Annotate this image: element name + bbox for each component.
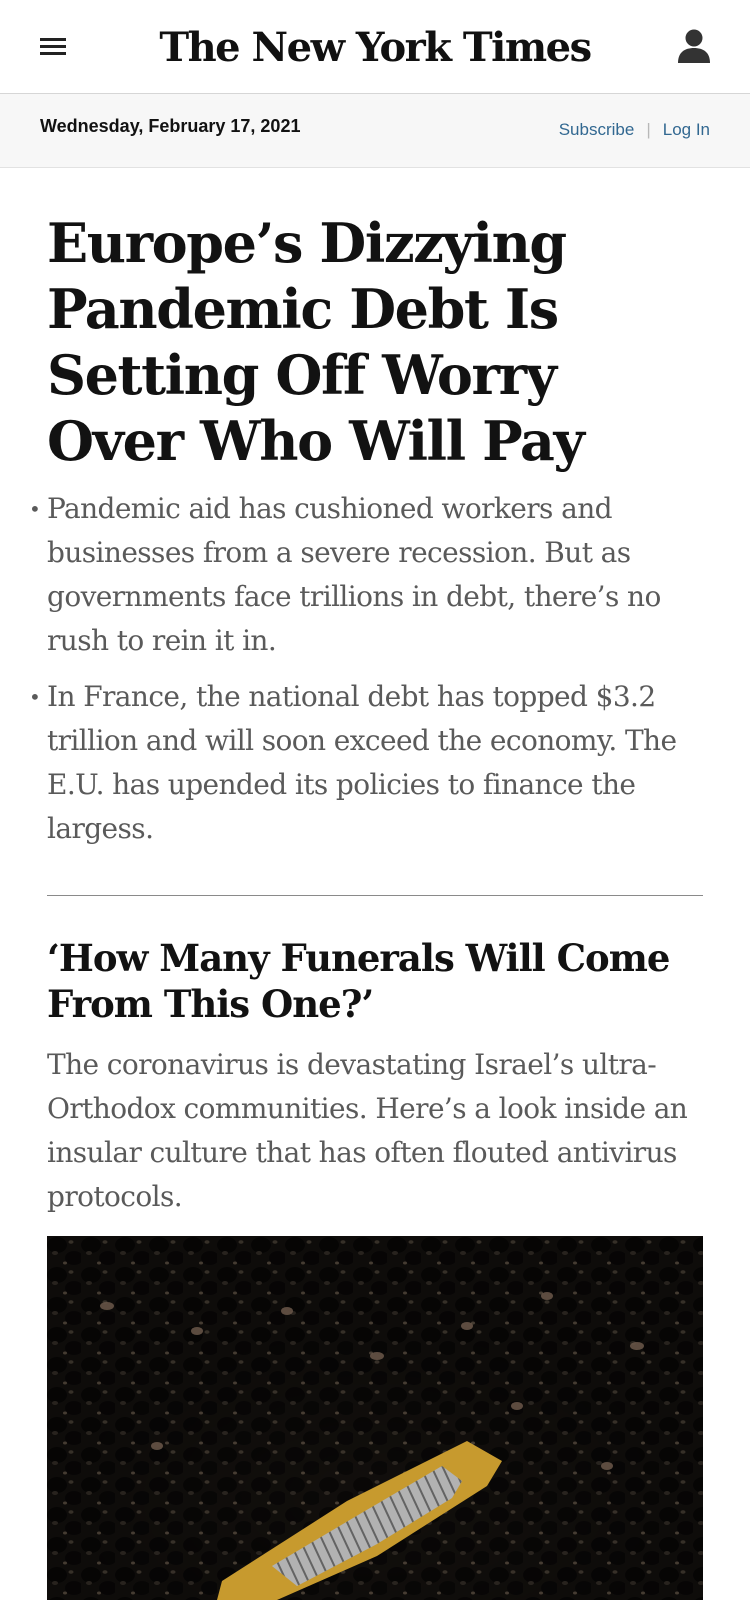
summary-item-text: In France, the national debt has topped … <box>47 680 677 845</box>
date-bar: Wednesday, February 17, 2021 Subscribe | L… <box>0 94 750 168</box>
funeral-crowd-photo <box>47 1236 703 1600</box>
lead-story-summary-list: • Pandemic aid has cushioned workers and… <box>29 487 707 863</box>
subscribe-link[interactable]: Subscribe <box>559 120 635 139</box>
user-account-icon[interactable] <box>674 26 714 66</box>
bullet-icon: • <box>29 497 41 521</box>
second-story-photo[interactable] <box>47 1236 703 1600</box>
summary-item: • In France, the national debt has toppe… <box>29 675 707 851</box>
summary-item-text: Pandemic aid has cushioned workers and b… <box>47 492 661 657</box>
second-story-summary: The coronavirus is devastating Israel’s … <box>47 1048 688 1213</box>
current-date: Wednesday, February 17, 2021 <box>40 116 301 136</box>
lead-story-headline[interactable]: Europe’s Dizzying Pandemic Debt Is Setti… <box>47 210 707 474</box>
bullet-icon: • <box>29 685 41 709</box>
masthead: The New York Times <box>0 0 750 94</box>
login-link[interactable]: Log In <box>663 120 710 139</box>
nyt-logo[interactable]: The New York Times <box>0 20 750 76</box>
account-links: Subscribe | Log In <box>559 120 710 140</box>
link-separator: | <box>646 120 651 139</box>
section-divider <box>47 895 703 896</box>
second-story-headline[interactable]: ‘How Many Funerals Will Come From This O… <box>47 935 707 1027</box>
summary-item: • Pandemic aid has cushioned workers and… <box>29 487 707 663</box>
